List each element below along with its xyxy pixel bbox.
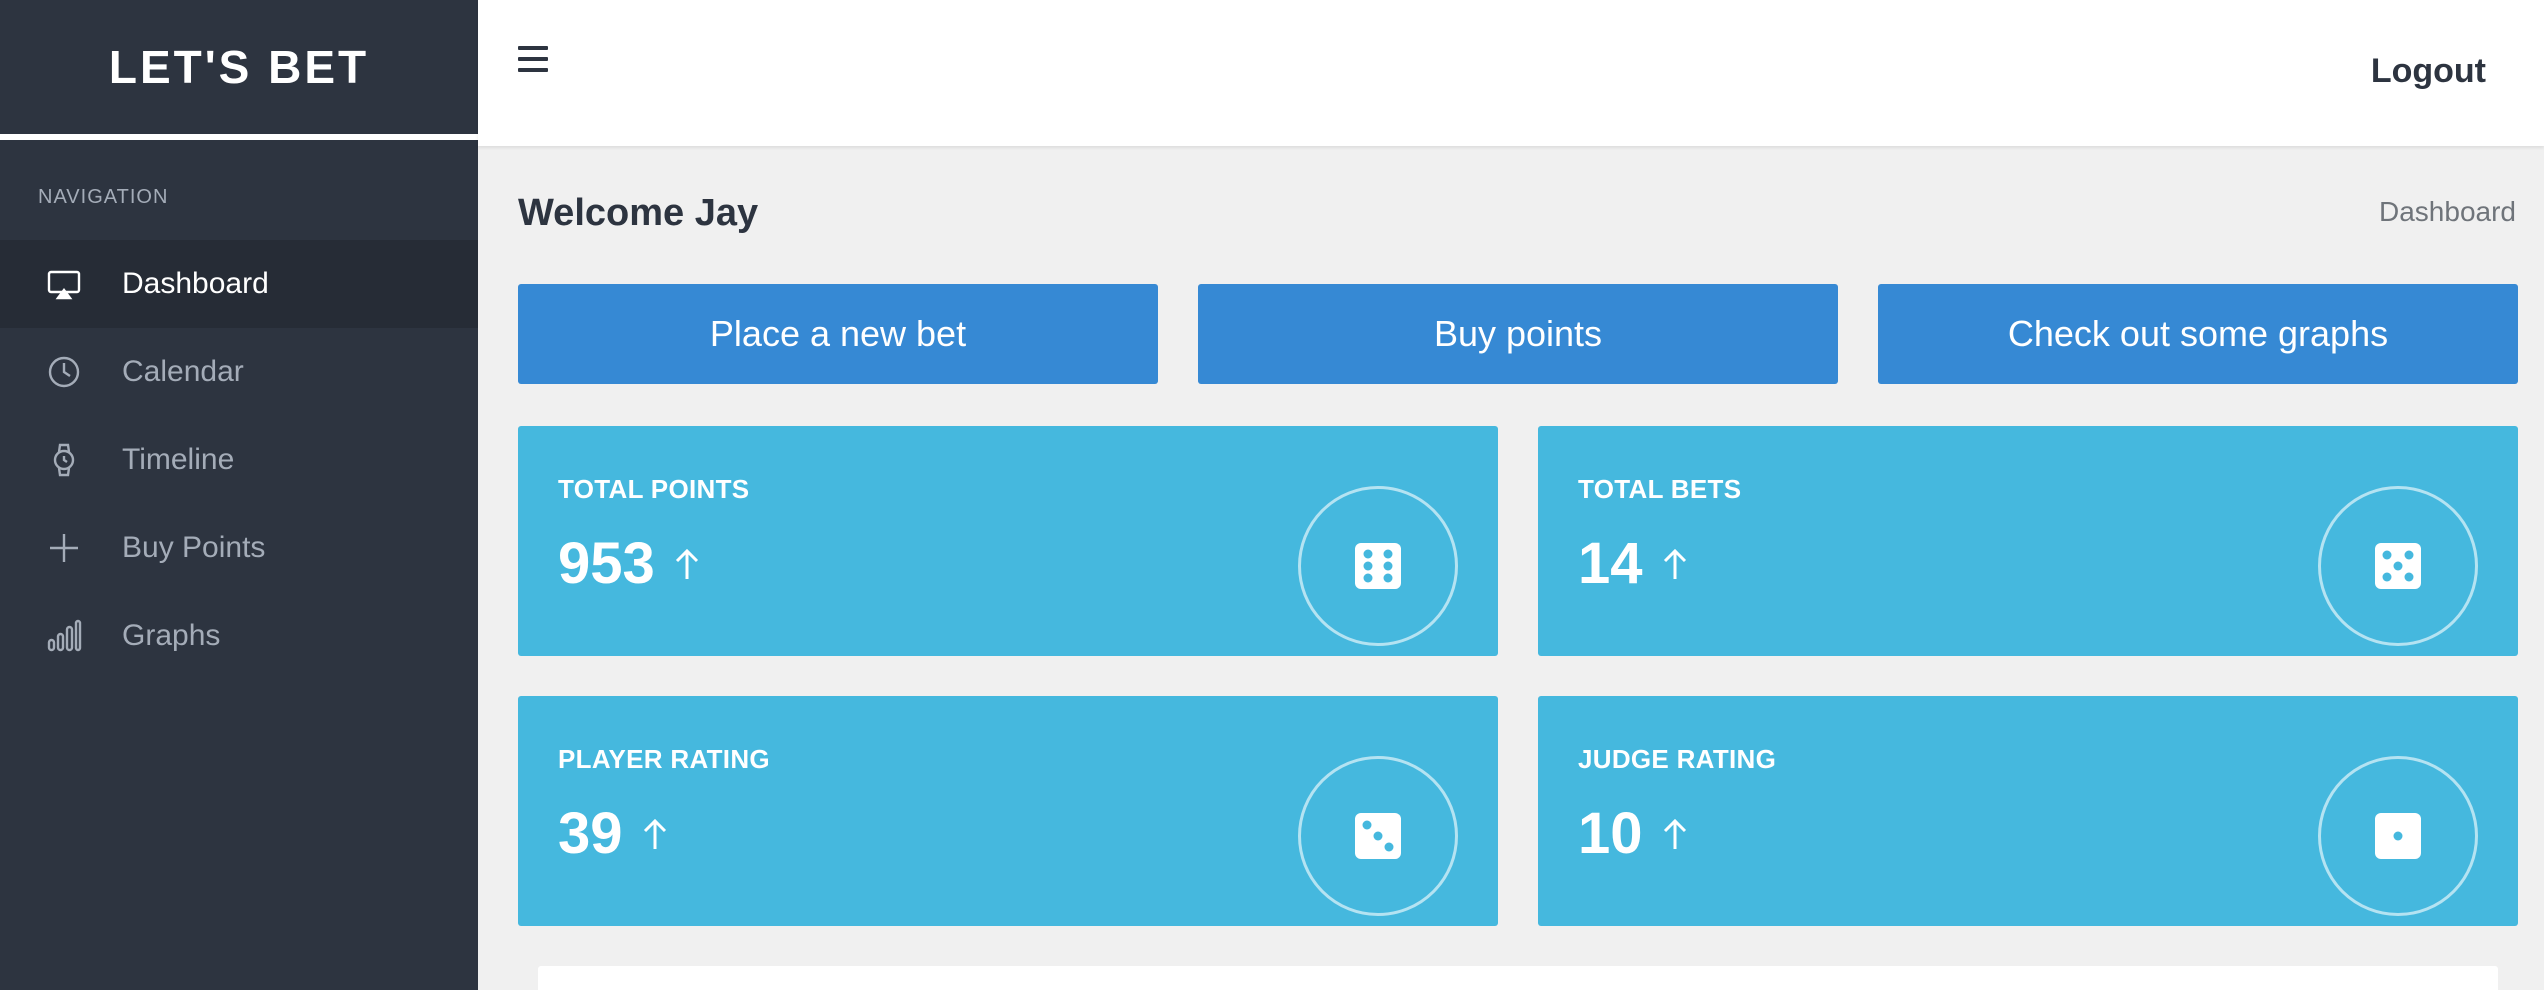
sidebar-item-graphs[interactable]: Graphs bbox=[0, 592, 478, 680]
bar-chart-icon bbox=[44, 616, 84, 656]
stat-value-row: 39 bbox=[558, 800, 671, 867]
nav-heading: NAVIGATION bbox=[38, 186, 169, 208]
stat-label: PLAYER RATING bbox=[558, 744, 770, 774]
arrow-up-icon bbox=[643, 818, 666, 849]
action-row: Place a new bet Buy points Check out som… bbox=[518, 284, 2518, 384]
place-new-bet-button[interactable]: Place a new bet bbox=[518, 284, 1158, 384]
hamburger-icon[interactable] bbox=[518, 46, 548, 72]
monitor-icon bbox=[44, 264, 84, 304]
brand-logo[interactable]: LET'S BET bbox=[0, 0, 478, 140]
stat-icon-circle bbox=[2318, 486, 2478, 646]
page-title: Welcome Jay bbox=[518, 192, 759, 234]
stat-label: JUDGE RATING bbox=[1578, 744, 1777, 774]
stat-icon-circle bbox=[1298, 756, 1458, 916]
stat-card-judge-rating: JUDGE RATING 10 bbox=[1538, 696, 2518, 926]
stat-label: TOTAL BETS bbox=[1578, 474, 1742, 504]
stat-icon-circle bbox=[2318, 756, 2478, 916]
sidebar-item-buy-points[interactable]: Buy Points bbox=[0, 504, 478, 592]
sidebar-item-label: Calendar bbox=[122, 355, 244, 388]
logout-button[interactable]: Logout bbox=[2371, 52, 2486, 91]
content-panel bbox=[538, 966, 2498, 990]
sidebar-item-label: Graphs bbox=[122, 619, 221, 652]
dice-one-icon bbox=[2375, 813, 2421, 859]
sidebar-item-label: Timeline bbox=[122, 443, 235, 476]
stat-value-row: 10 bbox=[1578, 800, 1691, 867]
dice-five-icon bbox=[2375, 543, 2421, 589]
stat-label: TOTAL POINTS bbox=[558, 474, 750, 504]
sidebar-item-dashboard[interactable]: Dashboard bbox=[0, 240, 478, 328]
check-graphs-button[interactable]: Check out some graphs bbox=[1878, 284, 2518, 384]
breadcrumb[interactable]: Dashboard bbox=[2379, 196, 2516, 228]
stat-grid: TOTAL POINTS 953 TOTAL BETS 14 PLAYER RA… bbox=[518, 426, 2518, 926]
sidebar-item-calendar[interactable]: Calendar bbox=[0, 328, 478, 416]
sidebar-item-label: Buy Points bbox=[122, 531, 266, 564]
arrow-up-icon bbox=[675, 548, 698, 579]
topbar: Logout bbox=[478, 0, 2544, 146]
sidebar-item-label: Dashboard bbox=[122, 267, 269, 300]
arrow-up-icon bbox=[1663, 548, 1686, 579]
arrow-up-icon bbox=[1663, 818, 1686, 849]
main-content: Welcome Jay Dashboard Place a new bet Bu… bbox=[478, 146, 2544, 990]
dice-three-icon bbox=[1355, 813, 1401, 859]
stat-value-row: 953 bbox=[558, 530, 703, 597]
stat-value: 14 bbox=[1578, 531, 1643, 596]
stat-value: 953 bbox=[558, 531, 655, 596]
stat-card-total-points: TOTAL POINTS 953 bbox=[518, 426, 1498, 656]
stat-value: 39 bbox=[558, 801, 623, 866]
plus-icon bbox=[44, 528, 84, 568]
nav-list: Dashboard Calendar Timeline Buy Points G… bbox=[0, 240, 478, 680]
dice-six-icon bbox=[1355, 543, 1401, 589]
stat-card-total-bets: TOTAL BETS 14 bbox=[1538, 426, 2518, 656]
sidebar: LET'S BET NAVIGATION Dashboard Calendar bbox=[0, 0, 478, 990]
clock-icon bbox=[44, 352, 84, 392]
sidebar-item-timeline[interactable]: Timeline bbox=[0, 416, 478, 504]
stat-value-row: 14 bbox=[1578, 530, 1691, 597]
stat-icon-circle bbox=[1298, 486, 1458, 646]
buy-points-button[interactable]: Buy points bbox=[1198, 284, 1838, 384]
stat-card-player-rating: PLAYER RATING 39 bbox=[518, 696, 1498, 926]
watch-icon bbox=[44, 440, 84, 480]
stat-value: 10 bbox=[1578, 801, 1643, 866]
